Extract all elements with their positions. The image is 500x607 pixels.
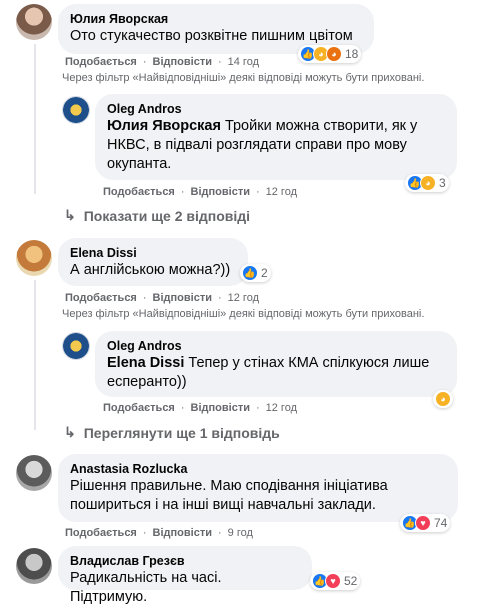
comment-actions: Подобається · Відповісти · 14 год <box>65 56 259 68</box>
reaction-summary[interactable]: 👍 2 <box>240 264 271 282</box>
like-button[interactable]: Подобається <box>65 527 137 539</box>
avatar[interactable] <box>16 4 52 40</box>
comment-author[interactable]: Elena Dissi <box>70 245 236 261</box>
reply-button[interactable]: Відповісти <box>191 186 250 198</box>
reaction-count: 3 <box>439 176 446 190</box>
comment-author[interactable]: Владислав Грезєв <box>70 553 300 569</box>
timestamp[interactable]: 14 год <box>228 56 259 68</box>
reaction-summary[interactable]: ◕ <box>433 390 453 408</box>
comment-actions: Подобається · Відповісти · 9 год <box>65 527 253 539</box>
reply-button[interactable]: Відповісти <box>191 402 250 414</box>
filter-notice: Через фільтр «Найвідповідніші» деякі від… <box>62 308 425 320</box>
reply-text: Elena Dissi Тепер у стінах КМА спілкуюся… <box>107 355 430 390</box>
reply-button[interactable]: Відповісти <box>153 292 212 304</box>
reaction-summary[interactable]: 👍 ◕ ◕ 18 <box>298 45 362 63</box>
like-button[interactable]: Подобається <box>103 402 175 414</box>
reaction-count: 2 <box>261 266 268 280</box>
avatar[interactable] <box>16 548 52 584</box>
timestamp[interactable]: 12 год <box>266 186 297 198</box>
reaction-summary[interactable]: 👍 ♥ 74 <box>400 514 451 532</box>
like-button[interactable]: Подобається <box>103 186 175 198</box>
reply-arrow-icon: ↳ <box>64 207 76 223</box>
show-more-replies-button[interactable]: ↳ Показати ще 2 відповіді <box>64 207 250 224</box>
reply-actions: Подобається · Відповісти · 12 год <box>103 402 297 414</box>
reaction-count: 52 <box>344 574 358 588</box>
reply-button[interactable]: Відповісти <box>153 527 212 539</box>
filter-notice: Через фільтр «Найвідповідніші» деякі від… <box>62 72 425 84</box>
like-icon: 👍 <box>242 265 258 281</box>
like-button[interactable]: Подобається <box>65 292 137 304</box>
avatar[interactable] <box>16 240 52 276</box>
comment-author[interactable]: Anastasia Rozlucka <box>70 461 446 477</box>
reply-button[interactable]: Відповісти <box>153 56 212 68</box>
reply-text: Юлия Яворская Тройки можна створити, як … <box>107 118 418 172</box>
angry-icon: ◕ <box>326 46 342 62</box>
mention-link[interactable]: Юлия Яворская <box>107 118 221 134</box>
love-icon: ♥ <box>415 515 431 531</box>
reply-arrow-icon: ↳ <box>64 424 76 440</box>
avatar[interactable] <box>16 455 52 491</box>
comment-actions: Подобається · Відповісти · 12 год <box>65 292 259 304</box>
reply-bubble: Oleg Andros Юлия Яворская Тройки можна с… <box>95 94 457 180</box>
comment-text: А англійською можна?)) <box>70 262 231 278</box>
reply-author[interactable]: Oleg Andros <box>107 101 445 117</box>
reaction-summary[interactable]: 👍 ◕ 3 <box>405 174 449 192</box>
comment-author[interactable]: Юлия Яворская <box>70 11 362 27</box>
thread-line <box>34 44 36 194</box>
reply-bubble: Oleg Andros Elena Dissi Тепер у стінах К… <box>95 331 457 397</box>
mention-link[interactable]: Elena Dissi <box>107 355 184 371</box>
comment-text: Радикальність на часі. Підтримую. <box>70 570 222 605</box>
comment-bubble: Владислав Грезєв Радикальність на часі. … <box>58 546 312 605</box>
like-button[interactable]: Подобається <box>65 56 137 68</box>
timestamp[interactable]: 12 год <box>228 292 259 304</box>
reply-author[interactable]: Oleg Andros <box>107 338 445 354</box>
haha-icon: ◕ <box>435 391 451 407</box>
reaction-count: 74 <box>434 516 448 530</box>
thread-line <box>34 280 36 430</box>
avatar[interactable] <box>62 332 90 360</box>
avatar[interactable] <box>62 96 90 124</box>
view-more-replies-button[interactable]: ↳ Переглянути ще 1 відповідь <box>64 424 280 441</box>
comment-text: Ото стукачество розквітне пишним цвітом <box>70 28 353 44</box>
timestamp[interactable]: 12 год <box>266 402 297 414</box>
reaction-count: 18 <box>345 47 359 61</box>
sad-icon: ◕ <box>420 175 436 191</box>
comment-text: Рішення правильне. Маю сподівання ініціа… <box>70 478 388 513</box>
comment-bubble: Anastasia Rozlucka Рішення правильне. Ма… <box>58 454 458 522</box>
reply-actions: Подобається · Відповісти · 12 год <box>103 186 297 198</box>
reaction-summary[interactable]: 👍 ♥ 52 <box>310 572 361 590</box>
comment-bubble: Elena Dissi А англійською можна?)) <box>58 238 248 286</box>
timestamp[interactable]: 9 год <box>228 527 253 539</box>
